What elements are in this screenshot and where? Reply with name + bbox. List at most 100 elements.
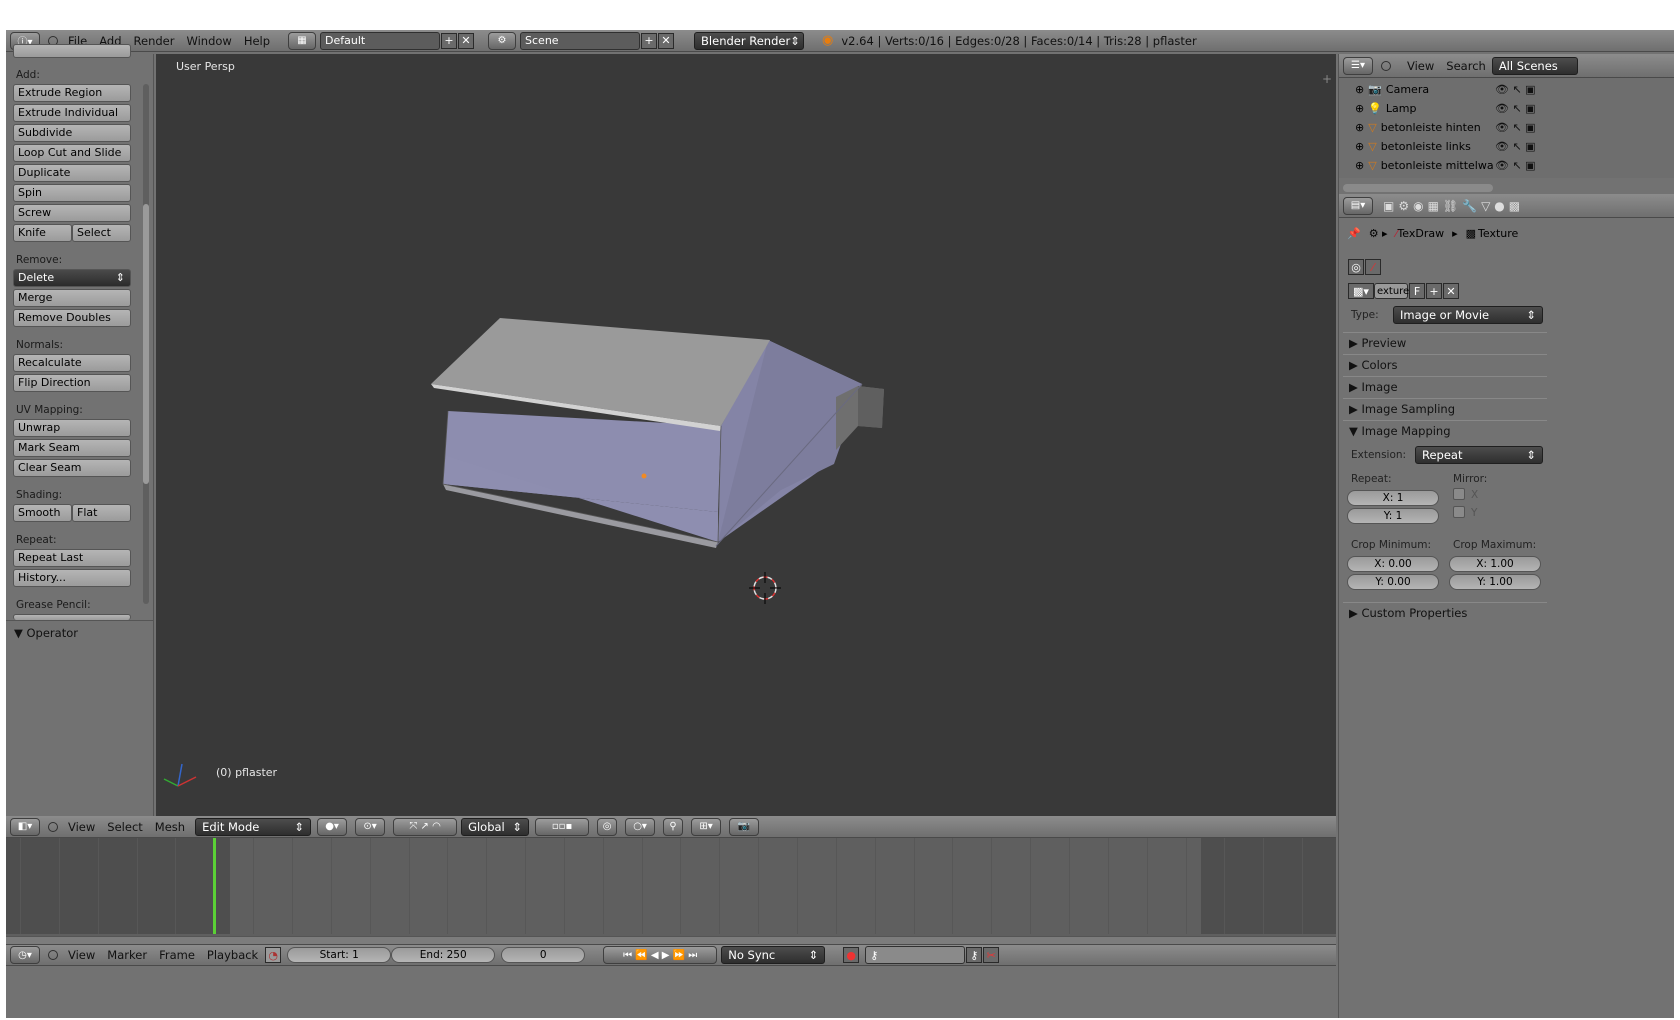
repeat-x-field[interactable]: X: 1: [1347, 490, 1439, 506]
clear-seam-button[interactable]: Clear Seam: [13, 459, 131, 477]
knife-button[interactable]: Knife: [13, 224, 72, 242]
add-scene-icon[interactable]: +: [641, 32, 658, 49]
limit-selection-icon[interactable]: ◎: [597, 817, 618, 836]
timeline-marker-menu[interactable]: Marker: [101, 948, 153, 962]
expand-icon[interactable]: ⊕: [1355, 102, 1364, 115]
pivot-point-icon[interactable]: ⊙▾: [355, 817, 386, 836]
menu-help[interactable]: Help: [238, 34, 276, 48]
texture-name-field[interactable]: exture: [1374, 283, 1409, 299]
current-frame-marker[interactable]: [213, 838, 217, 934]
select-menu[interactable]: Select: [101, 820, 148, 834]
cut-off-button[interactable]: [13, 44, 131, 58]
flat-button[interactable]: Flat: [72, 504, 131, 522]
panel-custom-properties[interactable]: ▶ Custom Properties: [1343, 602, 1547, 622]
select-mode-icon[interactable]: ▫▫▪: [535, 817, 590, 836]
view-menu[interactable]: View: [62, 820, 101, 834]
render-preview-icon[interactable]: 📷: [729, 817, 760, 836]
insert-keyframe-icon[interactable]: ⚷: [966, 947, 983, 963]
tool-shelf-scrollbar[interactable]: [143, 84, 149, 604]
pin-icon[interactable]: 📌: [1347, 227, 1361, 240]
panel-colors[interactable]: ▶ Colors: [1343, 354, 1547, 374]
knife-select-button[interactable]: Select: [72, 224, 131, 242]
outliner-visibility-icons[interactable]: 👁 ↖ ▣ 👁 ↖ ▣ 👁 ↖ ▣ 👁 ↖ ▣ 👁 ↖ ▣: [1495, 80, 1555, 175]
sync-dropdown[interactable]: No Sync ⇕: [721, 946, 826, 964]
remove-layout-icon[interactable]: ✕: [458, 32, 475, 49]
panel-preview[interactable]: ▶ Preview: [1343, 332, 1547, 352]
record-icon[interactable]: ●: [843, 947, 860, 963]
screw-button[interactable]: Screw: [13, 204, 131, 222]
timeline-view-menu[interactable]: View: [62, 948, 101, 962]
expand-icon[interactable]: ⊕: [1355, 159, 1364, 172]
3d-view-editor-icon[interactable]: ◧▾: [10, 817, 40, 836]
outliner-editor-icon[interactable]: ☰▾: [1343, 56, 1373, 75]
current-frame-field[interactable]: 0: [501, 947, 586, 963]
snap-target-icon[interactable]: ⊞▾: [691, 817, 722, 836]
delete-dropdown[interactable]: Delete ⇕: [13, 269, 131, 287]
duplicate-button[interactable]: Duplicate: [13, 164, 131, 182]
screen-layout-icon[interactable]: ▦: [288, 31, 317, 50]
extrude-region-button[interactable]: Extrude Region: [13, 84, 131, 102]
start-frame-field[interactable]: Start: 1: [287, 947, 392, 963]
crop-min-x-field[interactable]: X: 0.00: [1347, 556, 1439, 572]
panel-image[interactable]: ▶ Image: [1343, 376, 1547, 396]
properties-context-tabs[interactable]: ▣⚙◉▦⛓🔧▽●▩: [1383, 199, 1524, 213]
extrude-individual-button[interactable]: Extrude Individual: [13, 104, 131, 122]
texture-context-toggle[interactable]: ◎ ⁄: [1347, 258, 1381, 276]
timeline-playback-menu[interactable]: Playback: [201, 948, 264, 962]
mesh-menu[interactable]: Mesh: [149, 820, 191, 834]
mirror-x-checkbox[interactable]: [1453, 488, 1465, 500]
unwrap-button[interactable]: Unwrap: [13, 419, 131, 437]
remove-doubles-button[interactable]: Remove Doubles: [13, 309, 131, 327]
operator-panel[interactable]: ▼ Operator: [14, 626, 78, 640]
subdivide-button[interactable]: Subdivide: [13, 124, 131, 142]
crop-min-y-field[interactable]: Y: 0.00: [1347, 574, 1439, 590]
spin-button[interactable]: Spin: [13, 184, 131, 202]
expand-icon[interactable]: ⊕: [1355, 121, 1364, 134]
menu-window[interactable]: Window: [180, 34, 237, 48]
panel-image-mapping[interactable]: ▼ Image Mapping: [1343, 420, 1547, 440]
collapse-menu-icon[interactable]: [48, 950, 58, 960]
manipulator-icon[interactable]: ⤧ ↗ ◠: [393, 817, 458, 836]
playback-controls-icon[interactable]: ⏮ ⏪ ◀ ▶ ⏩ ⏭: [603, 946, 718, 964]
end-frame-field[interactable]: End: 250: [391, 947, 496, 963]
mode-dropdown[interactable]: Edit Mode ⇕: [195, 817, 312, 836]
layout-field[interactable]: Default: [320, 31, 441, 50]
collapse-menu-icon[interactable]: [48, 821, 58, 832]
recalculate-button[interactable]: Recalculate: [13, 354, 131, 372]
brush-texture-icon[interactable]: ⁄: [1365, 259, 1381, 275]
outliner-scrollbar[interactable]: [1343, 184, 1493, 192]
loop-cut-button[interactable]: Loop Cut and Slide: [13, 144, 131, 162]
add-layout-icon[interactable]: +: [441, 32, 458, 49]
texture-browse-icon[interactable]: ▩▾: [1348, 283, 1374, 299]
scene-icon[interactable]: ⚙: [488, 31, 517, 50]
delete-keyframe-icon[interactable]: ✂: [983, 947, 1000, 963]
unlink-texture-icon[interactable]: ✕: [1443, 283, 1459, 299]
snap-icon[interactable]: ⚲: [663, 817, 684, 836]
proportional-edit-icon[interactable]: ○▾: [625, 817, 656, 836]
history-button[interactable]: History...: [13, 569, 131, 587]
timeline-frame-menu[interactable]: Frame: [153, 948, 201, 962]
repeat-y-field[interactable]: Y: 1: [1347, 508, 1439, 524]
expand-icon[interactable]: ⊕: [1355, 140, 1364, 153]
keying-set-icon[interactable]: ◔: [265, 947, 282, 963]
orientation-dropdown[interactable]: Global ⇕: [461, 817, 530, 836]
menu-render[interactable]: Render: [128, 34, 181, 48]
mirror-y-checkbox[interactable]: [1453, 506, 1465, 518]
merge-button[interactable]: Merge: [13, 289, 131, 307]
mark-seam-button[interactable]: Mark Seam: [13, 439, 131, 457]
panel-image-sampling[interactable]: ▶ Image Sampling: [1343, 398, 1547, 418]
timeline-editor-icon[interactable]: ◷▾: [10, 946, 40, 964]
outliner-filter-dropdown[interactable]: All Scenes: [1491, 56, 1578, 75]
render-engine-dropdown[interactable]: Blender Render ⇕: [694, 31, 805, 50]
outliner-search-menu[interactable]: Search: [1440, 59, 1492, 73]
viewport-shading-icon[interactable]: ●▾: [317, 817, 348, 836]
keying-set-field[interactable]: ⚷: [865, 946, 966, 964]
fake-user-button[interactable]: F: [1409, 283, 1425, 299]
expand-icon[interactable]: ⊕: [1355, 83, 1364, 96]
crop-max-x-field[interactable]: X: 1.00: [1449, 556, 1541, 572]
smooth-button[interactable]: Smooth: [13, 504, 72, 522]
scene-field[interactable]: Scene: [520, 31, 641, 50]
timeline-editor[interactable]: -50-40-30-20-100102030405060708090100110…: [6, 838, 1336, 955]
new-texture-icon[interactable]: +: [1426, 283, 1442, 299]
3d-viewport[interactable]: User Persp (0) pflaster +: [156, 54, 1336, 816]
